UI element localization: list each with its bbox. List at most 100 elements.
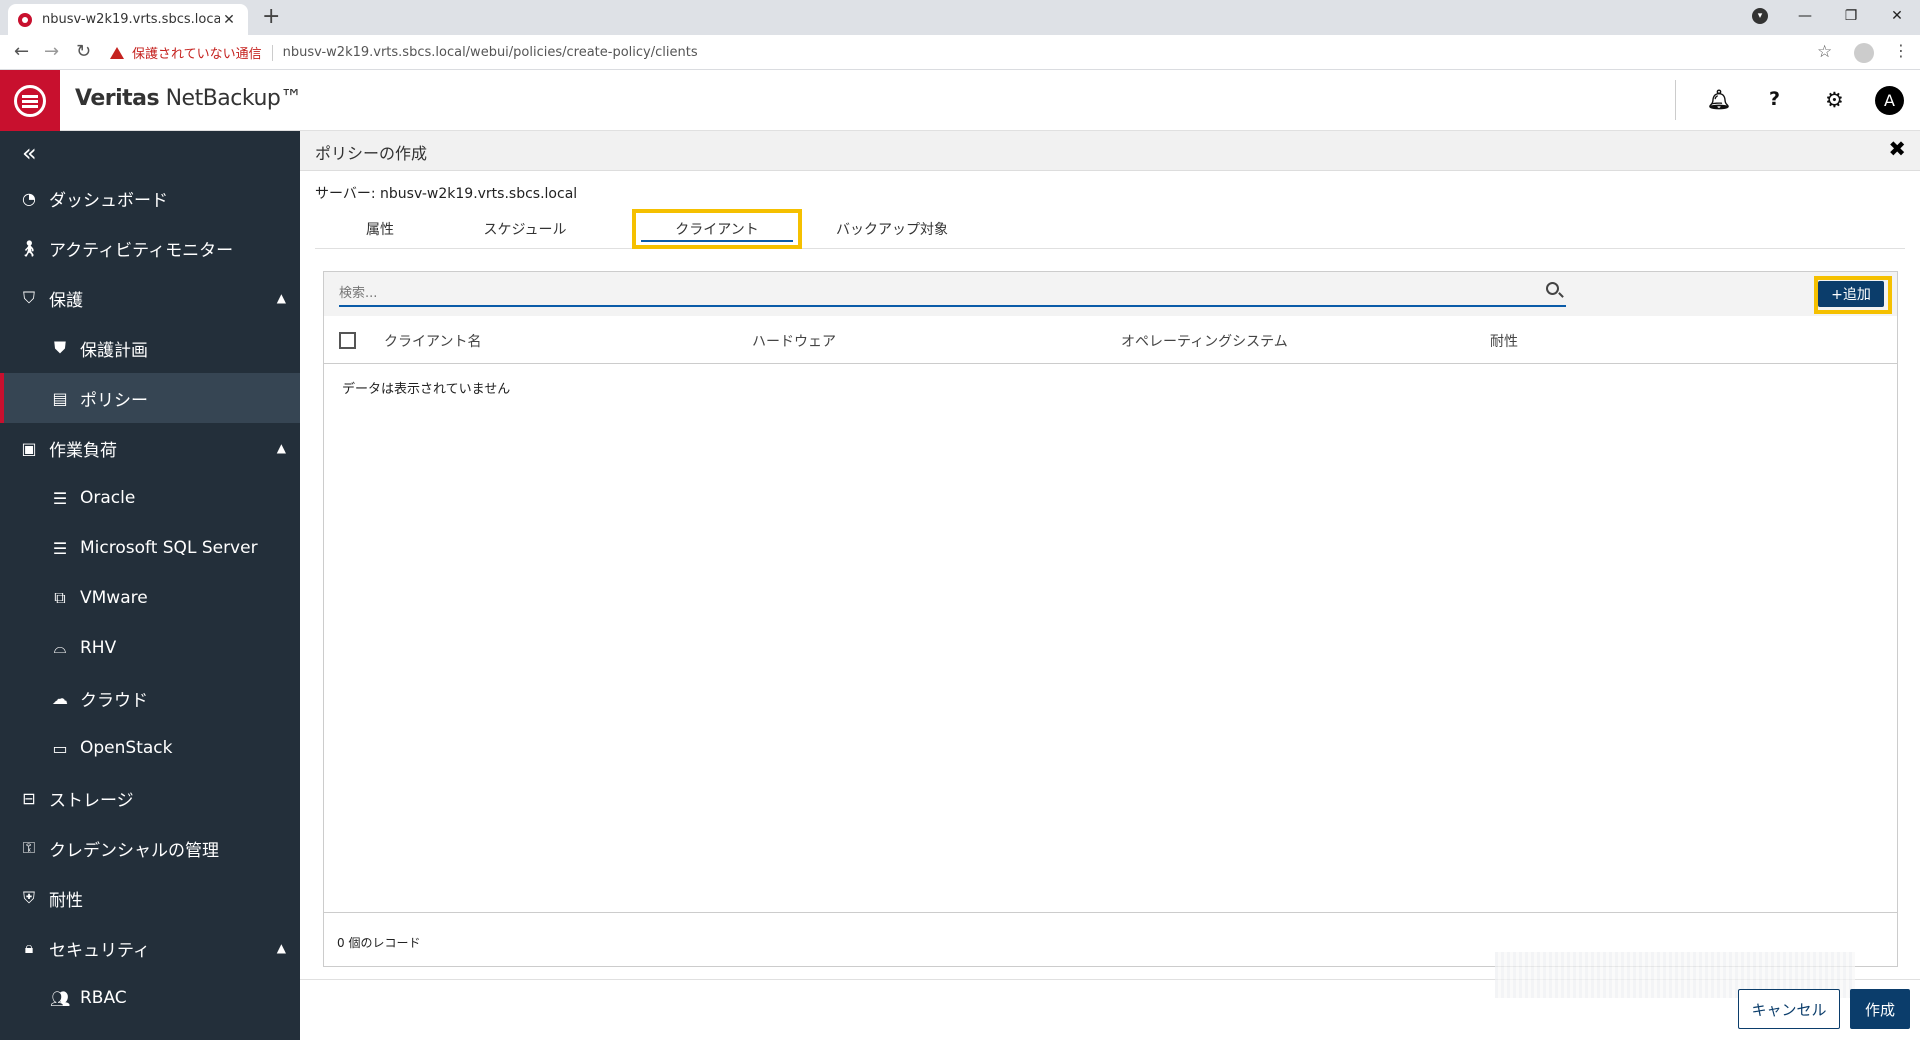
tab-backup-selections[interactable]: バックアップ対象 [802,209,982,249]
help-icon[interactable]: ? [1769,88,1780,110]
sidebar-item-rhv[interactable]: ⌓ RHV [0,623,300,673]
dashboard-icon: ◔ [22,188,36,208]
forward-icon[interactable]: → [44,41,59,62]
sidebar-item-credentials[interactable]: ⚿ クレデンシャルの管理 [0,823,300,873]
sidebar-item-protection[interactable]: ⛉ 保護 ▲ [0,273,300,323]
policy-tabs: 属性 スケジュール クライアント バックアップ対象 [315,209,1905,249]
cloud-icon: ☁ [52,688,68,708]
window-close-icon[interactable]: ✕ [1874,8,1920,24]
sidebar-item-cloud[interactable]: ☁ クラウド [0,673,300,723]
select-all-checkbox[interactable] [339,332,356,349]
cancel-button[interactable]: キャンセル [1738,989,1840,1029]
browser-tab[interactable]: nbusv-w2k19.vrts.sbcs.local - Net ✕ [8,4,248,35]
add-client-button[interactable]: +追加 [1818,281,1884,307]
avatar[interactable]: A [1875,86,1904,115]
sidebar-item-rbac[interactable]: 👥︎ RBAC [0,973,300,1023]
bookmark-star-icon[interactable]: ☆ [1817,42,1832,62]
url-field[interactable]: 保護されていない通信 nbusv-w2k19.vrts.sbcs.local/w… [110,39,698,66]
policy-icon: ▤ [52,388,68,408]
column-hardware[interactable]: ハードウェア [752,331,836,351]
sidebar-item-policies[interactable]: ▤ ポリシー [0,373,300,423]
browser-menu-icon[interactable]: ⋮ [1893,41,1909,60]
sidebar-item-label: 耐性 [49,890,83,911]
app-header: Veritas NetBackup™ 🔔︎ ? ⚙ A [0,70,1920,131]
database-icon: ☰ [52,538,68,558]
storage-icon: ⊟ [22,788,36,808]
tab-schedules[interactable]: スケジュール [445,209,605,249]
search-bar: +追加 [324,272,1897,316]
action-bar: キャンセル 作成 [300,952,1920,1040]
sidebar-item-label: クラウド [80,690,148,711]
shield-check-icon: ⛊ [53,338,66,357]
sidebar-item-security[interactable]: 🔒︎ セキュリティ ▲ [0,923,300,973]
main-content: ポリシーの作成 ✖ サーバー: nbusv-w2k19.vrts.sbcs.lo… [300,131,1920,1040]
tab-attributes[interactable]: 属性 [315,209,445,249]
close-icon[interactable]: ✖ [1888,137,1906,161]
column-resilience[interactable]: 耐性 [1490,331,1518,351]
minimize-icon[interactable]: — [1782,8,1828,24]
shield-icon: ⛉ [22,288,35,307]
insecure-label: 保護されていない通信 [132,47,262,62]
column-client-name[interactable]: クライアント名 [384,331,481,351]
browser-tab-title: nbusv-w2k19.vrts.sbcs.local - Net [42,12,220,27]
warning-icon [110,46,124,59]
vm-icon: ⧉ [54,588,66,607]
browser-tabstrip: nbusv-w2k19.vrts.sbcs.local - Net ✕ + ▾ … [0,0,1920,35]
tab-close-icon[interactable]: ✕ [220,12,238,28]
search-icon[interactable] [1546,282,1559,295]
sidebar-item-label: 保護 [49,290,83,311]
sidebar-item-label: VMware [80,588,148,608]
sidebar-item-activity-monitor[interactable]: 🚶︎ アクティビティモニター [0,223,300,273]
sidebar-item-workloads[interactable]: ▣ 作業負荷 ▲ [0,423,300,473]
chevron-up-icon: ▲ [276,941,286,955]
gear-icon[interactable]: ⚙ [1825,88,1844,112]
sidebar-item-label: ポリシー [80,390,148,411]
sidebar-item-label: RBAC [80,988,127,1008]
empty-message: データは表示されていません [342,382,511,397]
active-tab-underline [641,240,793,242]
server-label: サーバー: nbusv-w2k19.vrts.sbcs.local [315,186,578,202]
hat-icon: ⌓ [53,638,67,657]
sidebar-item-oracle[interactable]: ☰ Oracle [0,473,300,523]
sidebar-item-storage[interactable]: ⊟ ストレージ [0,773,300,823]
sidebar-item-sql-server[interactable]: ☰ Microsoft SQL Server [0,523,300,573]
sidebar-item-resilience[interactable]: ⛨ 耐性 [0,873,300,923]
bell-icon[interactable]: 🔔︎ [1707,88,1731,111]
url-text: nbusv-w2k19.vrts.sbcs.local/webui/polici… [282,45,698,60]
veritas-logo [0,70,60,131]
record-count: 0 個のレコード [337,936,421,950]
table-header: クライアント名 ハードウェア オペレーティングシステム 耐性 [324,316,1897,364]
sidebar-item-label: ストレージ [49,790,134,811]
tab-clients[interactable]: クライアント [632,209,802,249]
back-icon[interactable]: ← [14,41,29,62]
restore-icon[interactable]: ❐ [1828,8,1874,24]
reload-icon[interactable]: ↻ [76,41,91,62]
brand-title: Veritas NetBackup™ [75,86,302,111]
profile-icon[interactable] [1854,43,1874,63]
window-controls: — ❐ ✕ [1782,0,1920,32]
clients-panel: +追加 クライアント名 ハードウェア オペレーティングシステム 耐性 データは表… [323,271,1898,967]
sidebar-item-openstack[interactable]: ▭ OpenStack [0,723,300,773]
veritas-favicon-icon [18,12,32,27]
create-button[interactable]: 作成 [1850,989,1910,1029]
sidebar-item-vmware[interactable]: ⧉ VMware [0,573,300,623]
page-title: ポリシーの作成 [315,144,428,163]
sidebar-item-label: 作業負荷 [49,440,117,461]
chevron-up-icon: ▲ [276,441,286,455]
veritas-logo-icon [14,84,46,117]
page-header: ポリシーの作成 ✖ [300,131,1920,171]
sidebar-item-label: Microsoft SQL Server [80,538,258,558]
users-icon: 👥︎ [50,988,71,1008]
column-os[interactable]: オペレーティングシステム [1121,331,1288,351]
url-divider [271,44,273,61]
chevron-up-icon: ▲ [276,291,286,305]
credential-icon: ⚿ [22,838,36,857]
lock-icon: 🔒︎ [24,938,34,957]
new-tab-button[interactable]: + [262,6,280,28]
sidebar-item-protection-plans[interactable]: ⛊ 保護計画 [0,323,300,373]
sidebar-item-dashboard[interactable]: ◔ ダッシュボード [0,173,300,223]
search-input[interactable] [339,282,1566,307]
database-icon: ☰ [52,488,68,508]
collapse-sidebar-icon[interactable]: « [22,139,37,167]
tab-search-icon[interactable]: ▾ [1752,8,1768,24]
